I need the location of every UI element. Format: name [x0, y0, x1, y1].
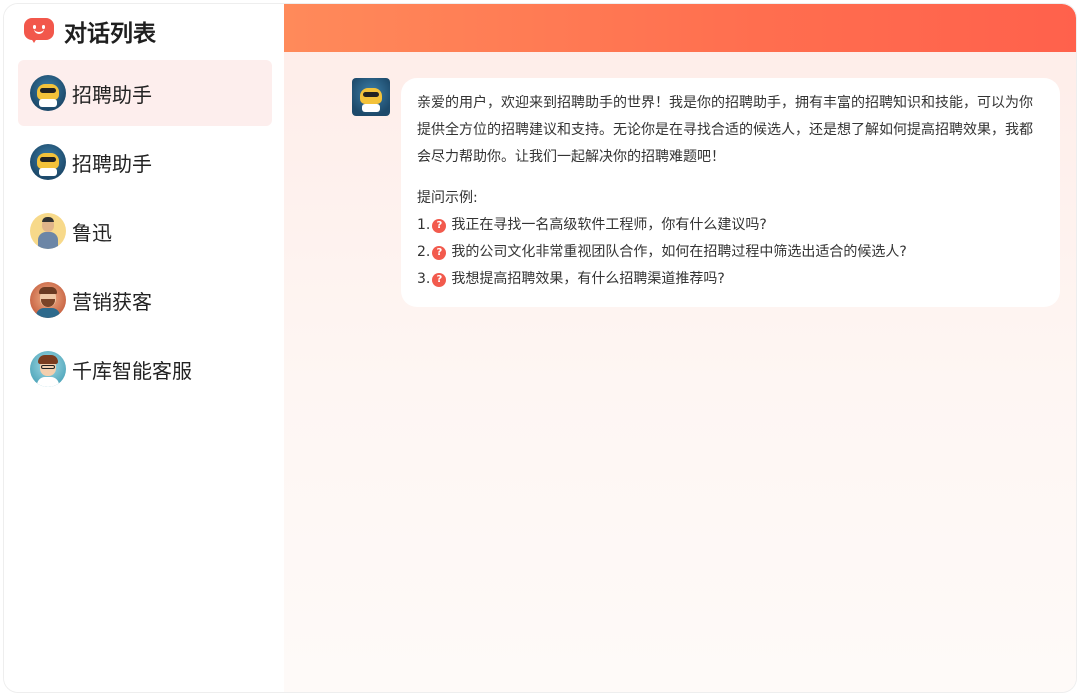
conversation-label: 营销获客 [72, 289, 152, 314]
example-number: 3. [417, 271, 431, 287]
example-number: 2. [417, 244, 431, 260]
chat-header [284, 4, 1076, 52]
luxun-avatar [30, 213, 66, 249]
chat-bubble-icon [24, 18, 54, 44]
assistant-message: 亲爱的用户，欢迎来到招聘助手的世界！我是你的招聘助手，拥有丰富的招聘知识和技能，… [401, 78, 1060, 307]
robot-avatar [352, 78, 390, 116]
robot-avatar [30, 75, 66, 111]
conversation-item-customer-service[interactable]: 千库智能客服 [18, 336, 272, 402]
robot-avatar [30, 144, 66, 180]
conversation-label: 千库智能客服 [72, 358, 192, 383]
conversation-item-marketing[interactable]: 营销获客 [18, 267, 272, 333]
sidebar-header: 对话列表 [24, 14, 156, 48]
conversation-list: 招聘助手 招聘助手 鲁迅 营销获客 千库智能客服 [18, 60, 272, 405]
examples-heading: 提问示例: [417, 190, 478, 206]
conversation-label: 招聘助手 [72, 82, 152, 107]
example-question[interactable]: 1. ? 我正在寻找一名高级软件工程师，你有什么建议吗? [417, 212, 1044, 239]
conversation-item-recruiting-assistant[interactable]: 招聘助手 [18, 60, 272, 126]
example-number: 1. [417, 217, 431, 233]
chat-panel: 亲爱的用户，欢迎来到招聘助手的世界！我是你的招聘助手，拥有丰富的招聘知识和技能，… [284, 4, 1076, 692]
conversation-item-luxun[interactable]: 鲁迅 [18, 198, 272, 264]
example-text: 我正在寻找一名高级软件工程师，你有什么建议吗? [451, 217, 767, 233]
example-question[interactable]: 2. ? 我的公司文化非常重视团队合作，如何在招聘过程中筛选出适合的候选人? [417, 239, 1044, 266]
app-window: 对话列表 招聘助手 招聘助手 鲁迅 营销获客 千库智能客服 亲爱的用户，欢迎来到… [4, 4, 1076, 692]
example-question[interactable]: 3. ? 我想提高招聘效果，有什么招聘渠道推荐吗? [417, 266, 1044, 293]
marketing-avatar [30, 282, 66, 318]
sidebar: 对话列表 招聘助手 招聘助手 鲁迅 营销获客 千库智能客服 [4, 4, 284, 692]
service-avatar [30, 351, 66, 387]
conversation-label: 鲁迅 [72, 220, 112, 245]
conversation-item-recruiting-assistant-2[interactable]: 招聘助手 [18, 129, 272, 195]
example-text: 我的公司文化非常重视团队合作，如何在招聘过程中筛选出适合的候选人? [451, 244, 907, 260]
example-text: 我想提高招聘效果，有什么招聘渠道推荐吗? [451, 271, 725, 287]
greeting-text: 亲爱的用户，欢迎来到招聘助手的世界！我是你的招聘助手，拥有丰富的招聘知识和技能，… [417, 95, 1033, 165]
question-icon: ? [432, 272, 447, 287]
question-icon: ? [432, 218, 447, 233]
question-icon: ? [432, 245, 447, 260]
conversation-label: 招聘助手 [72, 151, 152, 176]
sidebar-title: 对话列表 [64, 21, 156, 47]
